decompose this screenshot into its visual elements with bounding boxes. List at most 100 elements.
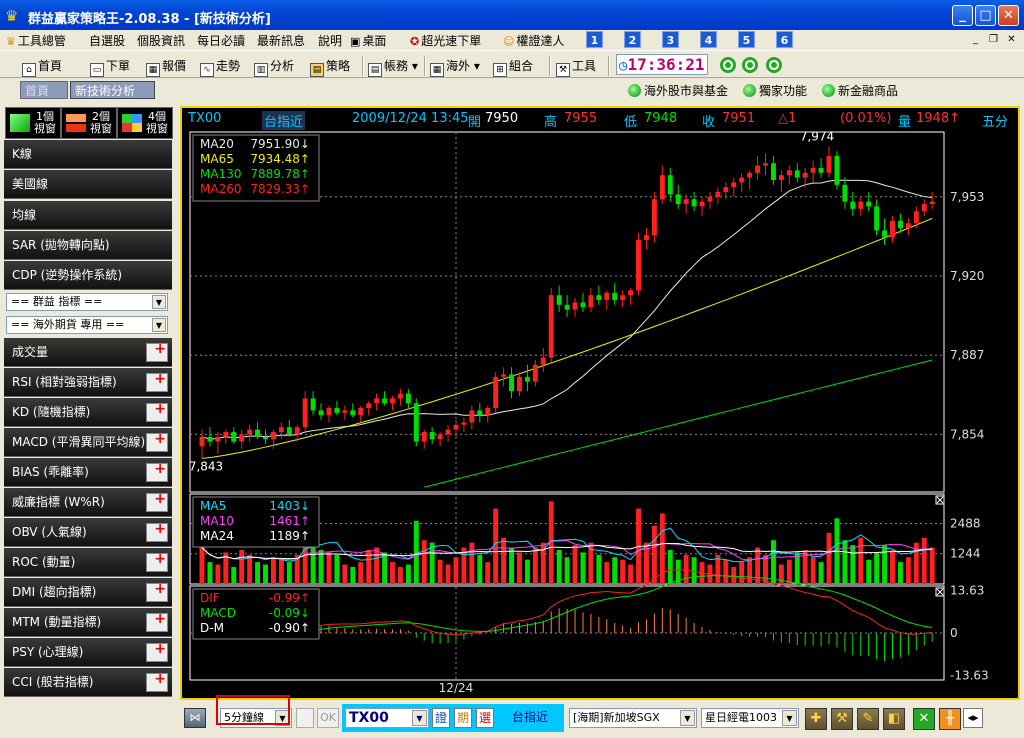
options-button[interactable]: 選 — [476, 708, 494, 728]
status-light-icon[interactable] — [720, 57, 736, 73]
add-indicator-icon[interactable] — [146, 425, 168, 454]
sidebar-item-dmi[interactable]: DMI (趨向指標) — [4, 575, 172, 607]
indicator-group-select[interactable]: == 群益 指標 == ▼ — [6, 293, 168, 311]
toolbar-analysis[interactable]: ▥ 分析 — [254, 56, 294, 77]
volume-bar — [739, 562, 745, 584]
tab-home[interactable]: 首頁 — [20, 81, 68, 99]
toolbar-strategy[interactable]: ▤ 策略 — [310, 56, 350, 77]
link-overseas-funds[interactable]: 海外股市與基金 — [628, 82, 728, 99]
sidebar-item-bias[interactable]: BIAS (乖離率) — [4, 455, 172, 487]
excel-icon[interactable]: ✕ — [913, 708, 935, 730]
link-new-products[interactable]: 新金融商品 — [822, 82, 898, 99]
sidebar-item-kd[interactable]: KD (隨機指標) — [4, 395, 172, 427]
mdi-restore-icon[interactable]: ❐ — [986, 33, 1001, 47]
menu-item-warrant[interactable]: ☺ 權證達人 — [503, 32, 564, 49]
sidebar-item-sar[interactable]: SAR (拋物轉向點) — [4, 231, 172, 260]
sidebar-item-rsi[interactable]: RSI (相對強弱指標) — [4, 365, 172, 397]
view-4-window-button[interactable]: 4個視窗 — [117, 107, 173, 139]
candle-body — [302, 398, 308, 428]
low-annotation: 7,843 — [189, 459, 223, 473]
add-indicator-icon[interactable] — [146, 635, 168, 664]
status-light-icon[interactable] — [766, 57, 782, 73]
futures-button[interactable]: 期 — [454, 708, 472, 728]
candle-body — [437, 434, 443, 440]
view-2-window-button[interactable]: 2個視窗 — [61, 107, 117, 139]
sidebar-item-roc[interactable]: ROC (動量) — [4, 545, 172, 577]
product-select[interactable]: 星日經電1003 ▼ — [701, 708, 799, 728]
market-select[interactable]: [海期]新加坡SGX ▼ — [569, 708, 697, 728]
period-count-input[interactable] — [296, 708, 314, 728]
add-indicator-icon[interactable] — [146, 575, 168, 604]
sidebar-item-psy[interactable]: PSY (心理線) — [4, 635, 172, 667]
toolbar-overseas[interactable]: ▦ 海外 ▾ — [430, 56, 480, 77]
sidebar-item-volume[interactable]: 成交量 — [4, 335, 172, 367]
menu-item-news[interactable]: 最新訊息 — [257, 32, 305, 49]
price-y-tick: 7,854 — [950, 427, 984, 441]
stock-button[interactable]: 證 — [432, 708, 450, 728]
mdi-minimize-icon[interactable]: _ — [968, 33, 983, 47]
sidebar-item-cdp[interactable]: CDP (逆勢操作系統) — [4, 261, 172, 290]
add-indicator-icon[interactable] — [146, 515, 168, 544]
toolbar-order[interactable]: ▭ 下單 — [90, 56, 130, 77]
wrench-icon[interactable]: ⚒ — [831, 708, 853, 730]
minimize-button[interactable]: _ — [952, 5, 973, 26]
mdi-close-icon[interactable]: ✕ — [1004, 33, 1019, 47]
symbol-select[interactable]: TX00 ▼ — [345, 708, 429, 728]
layout-1-button[interactable]: 1 — [586, 31, 603, 48]
candle-body — [659, 175, 665, 200]
add-indicator-icon[interactable] — [146, 365, 168, 394]
ok-button[interactable]: OK — [317, 708, 339, 728]
volume-bar — [882, 545, 888, 584]
sidebar-item-kline[interactable]: K線 — [4, 140, 172, 169]
menu-item-daily[interactable]: 每日必讀 — [197, 32, 245, 49]
close-button[interactable]: ✕ — [998, 5, 1019, 26]
menu-item-desktop[interactable]: ▣ 桌面 — [350, 32, 386, 49]
sidebar-item-ma[interactable]: 均線 — [4, 201, 172, 230]
collapse-icon[interactable]: ⋈ — [184, 708, 206, 728]
sidebar-item-us-line[interactable]: 美國線 — [4, 170, 172, 199]
eraser-icon[interactable]: ◧ — [883, 708, 905, 730]
add-indicator-icon[interactable] — [146, 605, 168, 634]
layout-6-button[interactable]: 6 — [776, 31, 793, 48]
volume-bar — [374, 547, 380, 584]
scroll-arrows-icon[interactable]: ◂▸ — [963, 708, 983, 728]
futures-group-select[interactable]: == 海外期貨 專用 == ▼ — [6, 316, 168, 334]
pen-icon[interactable]: ✎ — [857, 708, 879, 730]
sidebar-item-obv[interactable]: OBV (人氣線) — [4, 515, 172, 547]
menu-item-help[interactable]: 說明 — [318, 32, 342, 49]
add-indicator-icon[interactable] — [146, 665, 168, 694]
sidebar-item-mtm[interactable]: MTM (動量指標) — [4, 605, 172, 637]
volume-bar — [342, 564, 348, 584]
sidebar-item-cci[interactable]: CCI (般若指標) — [4, 665, 172, 697]
toolbar-combo[interactable]: ⊞ 組合 — [493, 56, 533, 77]
add-indicator-icon[interactable] — [146, 545, 168, 574]
layout-5-button[interactable]: 5 — [738, 31, 755, 48]
menu-item-watchlist[interactable]: 自選股 — [89, 32, 125, 49]
menu-item-tools[interactable]: ♛ 工具總管 — [6, 32, 66, 49]
toolbar-trend[interactable]: ∿ 走勢 — [200, 56, 240, 77]
sidebar-item-macd[interactable]: MACD (平滑異同平均線) — [4, 425, 172, 457]
link-exclusive[interactable]: 獨家功能 — [743, 82, 807, 99]
kline-tool-icon[interactable]: ╫ — [939, 708, 961, 730]
toolbar-tools[interactable]: ⚒ 工具 — [556, 56, 596, 77]
layout-4-button[interactable]: 4 — [700, 31, 717, 48]
chart-svg[interactable]: 7,953 7,920 7,887 7,854 12/24 7,974 7,843 MA20 7… — [182, 130, 1018, 698]
add-indicator-icon[interactable] — [146, 335, 168, 364]
status-light-icon[interactable] — [742, 57, 758, 73]
add-indicator-icon[interactable] — [146, 455, 168, 484]
layout-2-button[interactable]: 2 — [624, 31, 641, 48]
crosshair-icon[interactable]: ✚ — [805, 708, 827, 730]
layout-3-button[interactable]: 3 — [662, 31, 679, 48]
add-indicator-icon[interactable] — [146, 395, 168, 424]
sidebar-item-wr[interactable]: 威廉指標 (W%R) — [4, 485, 172, 517]
menu-item-fast-order[interactable]: ✪ 超光速下單 — [410, 32, 481, 49]
maximize-button[interactable]: □ — [975, 5, 996, 26]
toolbar-account[interactable]: ▤ 帳務 ▾ — [368, 56, 418, 77]
toolbar-home[interactable]: ⌂ 首頁 — [22, 56, 62, 77]
view-1-window-button[interactable]: 1個視窗 — [5, 107, 61, 139]
add-indicator-icon[interactable] — [146, 485, 168, 514]
menu-item-stock-info[interactable]: 個股資訊 — [137, 32, 185, 49]
toolbar-quote[interactable]: ▦ 報價 — [146, 56, 186, 77]
tab-technical-analysis[interactable]: 新技術分析 — [70, 81, 155, 99]
volume-bar — [564, 557, 570, 584]
